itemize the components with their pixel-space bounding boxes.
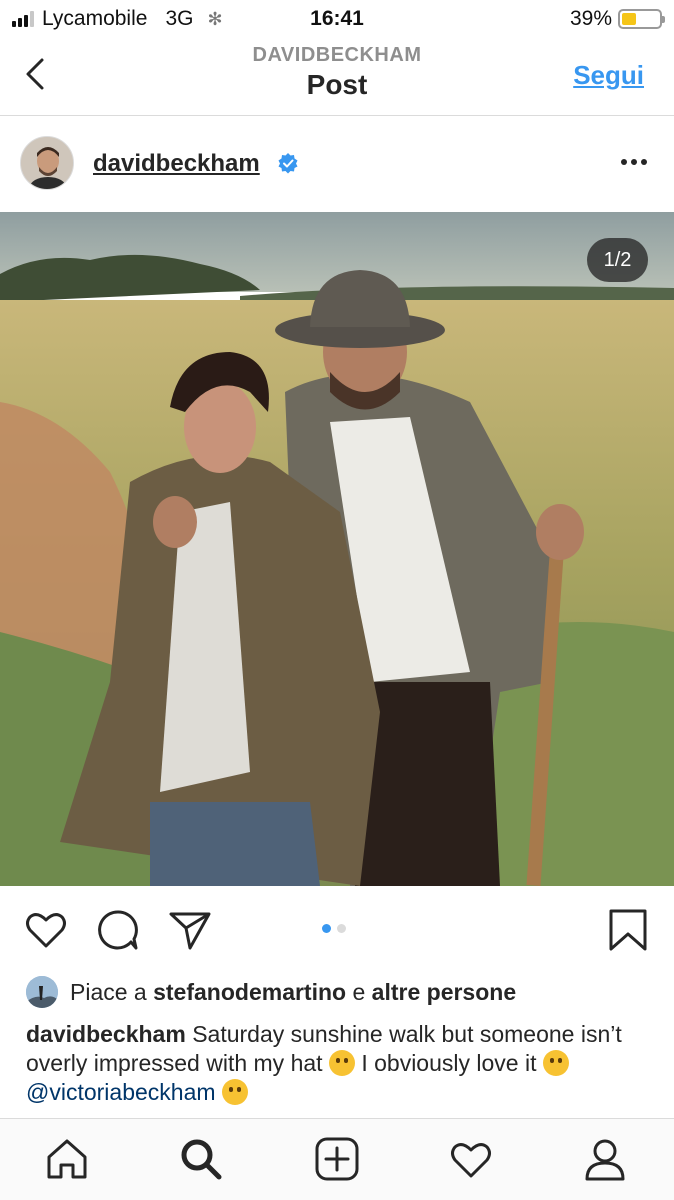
comment-icon xyxy=(98,910,138,950)
post-username[interactable]: davidbeckham xyxy=(93,150,260,178)
heart-icon xyxy=(26,913,66,948)
tab-activity[interactable] xyxy=(447,1135,495,1183)
share-button[interactable] xyxy=(168,908,212,952)
activity-icon xyxy=(451,1143,491,1178)
avatar[interactable] xyxy=(20,136,74,190)
status-right: 39% xyxy=(569,7,665,31)
post-header: davidbeckham xyxy=(0,116,674,212)
likes-middle: e xyxy=(352,978,366,1005)
more-horizontal-icon xyxy=(621,159,647,165)
like-button[interactable] xyxy=(24,908,68,952)
tab-new-post[interactable] xyxy=(313,1135,361,1183)
caption-username[interactable]: davidbeckham xyxy=(26,1021,186,1047)
photo-counter: 1/2 xyxy=(587,238,648,282)
battery-percent: 39% xyxy=(569,7,612,30)
nav-header: DAVIDBECKHAM Post Segui xyxy=(0,36,674,116)
post-caption: davidbeckham Saturday sunshine walk but … xyxy=(26,1020,650,1107)
more-options-button[interactable] xyxy=(620,152,648,172)
comment-button[interactable] xyxy=(96,908,140,952)
share-icon xyxy=(169,912,211,950)
save-button[interactable] xyxy=(606,908,650,952)
post-image xyxy=(0,212,674,886)
avatar-image xyxy=(21,137,73,189)
new-post-icon xyxy=(315,1137,359,1181)
tab-bar xyxy=(0,1118,674,1200)
follow-button[interactable]: Segui xyxy=(573,60,644,91)
laughing-emoji-icon xyxy=(542,1050,569,1076)
raised-eyebrow-emoji-icon xyxy=(328,1050,355,1076)
likes-user[interactable]: stefanodemartino xyxy=(153,979,346,1006)
likes-prefix: Piace a xyxy=(70,978,147,1005)
carousel-dot-1 xyxy=(322,924,331,933)
battery-fill xyxy=(622,13,637,25)
verified-badge-icon xyxy=(278,153,298,174)
liker-avatar-image xyxy=(26,976,58,1008)
likes-row[interactable]: Piace a stefanodemartino e altre persone xyxy=(26,972,654,1012)
action-bar xyxy=(0,886,674,972)
search-icon xyxy=(181,1139,222,1180)
bookmark-icon xyxy=(609,909,647,951)
carousel-dot-2 xyxy=(337,924,346,933)
thinking-emoji-icon xyxy=(221,1079,248,1105)
caption-text-2: I obviously love it xyxy=(361,1050,537,1076)
carousel-indicator xyxy=(322,924,346,933)
home-icon xyxy=(47,1139,87,1179)
likes-rest[interactable]: altre persone xyxy=(372,979,516,1006)
liker-avatar xyxy=(26,976,58,1008)
profile-icon xyxy=(585,1139,625,1181)
tab-home[interactable] xyxy=(43,1135,91,1183)
post-photo[interactable]: 1/2 xyxy=(0,212,674,886)
battery-icon xyxy=(618,9,665,29)
tab-profile[interactable] xyxy=(581,1135,629,1183)
caption-mention[interactable]: @victoriabeckham xyxy=(26,1079,216,1105)
status-bar: Lycamobile 3G ✻ 16:41 39% xyxy=(0,0,674,36)
tab-search[interactable] xyxy=(177,1135,225,1183)
